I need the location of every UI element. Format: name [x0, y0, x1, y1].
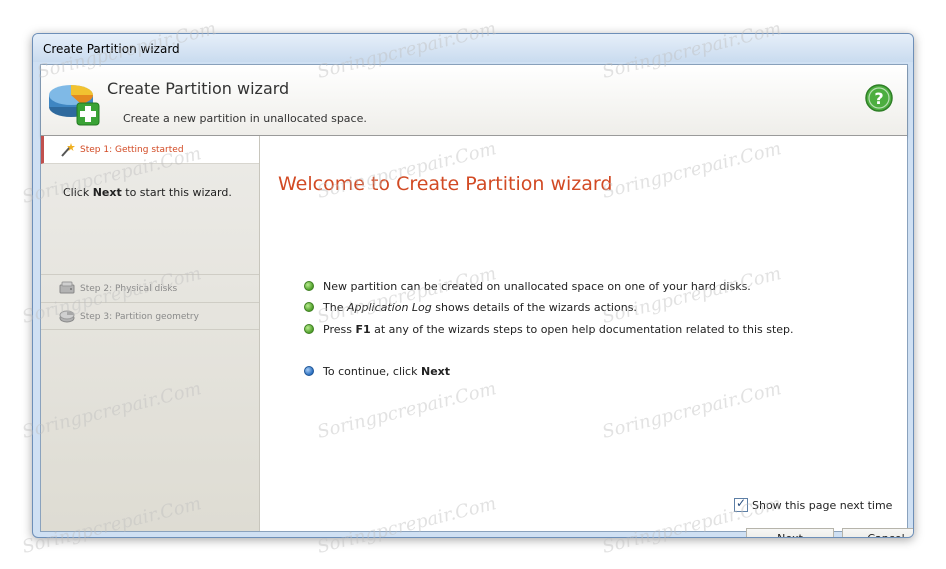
title-bar[interactable]: Create Partition wizard — [33, 34, 913, 62]
disk-icon — [59, 281, 75, 294]
cancel-button[interactable]: Cancel — [842, 528, 913, 537]
wizard-header: Create Partition wizard Create a new par… — [41, 65, 907, 136]
header-subtitle: Create a new partition in unallocated sp… — [123, 112, 367, 125]
step-physical-disks[interactable]: Step 2: Physical disks — [41, 274, 259, 302]
svg-text:?: ? — [874, 89, 883, 108]
wizard-main-content: Welcome to Create Partition wizard New p… — [260, 136, 913, 537]
hint-suffix: to start this wizard. — [125, 186, 232, 199]
wizard-window: Create Partition wizard Create Partition… — [32, 33, 914, 538]
green-bullet-icon — [304, 302, 314, 312]
green-bullet-icon — [304, 281, 314, 291]
show-next-time-label: Show this page next time — [752, 499, 893, 512]
step-label: Step 3: Partition geometry — [80, 312, 199, 322]
sidebar-hint: Click Next to start this wizard. — [63, 186, 232, 199]
checkmark-icon: ✓ — [736, 496, 747, 510]
step-label: Step 1: Getting started — [80, 145, 184, 155]
wand-icon — [61, 143, 75, 157]
bullet-text: Press F1 at any of the wizards steps to … — [323, 323, 794, 336]
help-icon[interactable]: ? — [864, 83, 894, 113]
wizard-steps-sidebar: Step 1: Getting started Click Next to st… — [41, 136, 260, 531]
show-next-time-checkbox[interactable]: ✓ — [734, 496, 748, 512]
window-title: Create Partition wizard — [43, 42, 180, 56]
disk-partition-add-icon — [49, 85, 100, 126]
next-button[interactable]: Next — [746, 528, 834, 537]
bullet-text: To continue, click Next — [323, 365, 451, 378]
bullet-text: The Application Log shows details of the… — [323, 301, 637, 314]
step-label: Step 2: Physical disks — [80, 284, 178, 294]
hint-bold: Next — [92, 186, 122, 199]
bullet-text: New partition can be created on unalloca… — [323, 280, 751, 293]
step-partition-geometry[interactable]: Step 3: Partition geometry — [41, 302, 259, 330]
disk-geometry-icon — [59, 310, 75, 323]
blue-bullet-icon — [304, 366, 314, 376]
step-getting-started[interactable]: Step 1: Getting started — [41, 136, 259, 164]
header-title: Create Partition wizard — [107, 79, 290, 98]
hint-prefix: Click — [63, 186, 90, 199]
wizard-client-area: Create Partition wizard Create a new par… — [40, 64, 913, 537]
green-bullet-icon — [304, 324, 314, 334]
welcome-title: Welcome to Create Partition wizard — [278, 173, 613, 195]
